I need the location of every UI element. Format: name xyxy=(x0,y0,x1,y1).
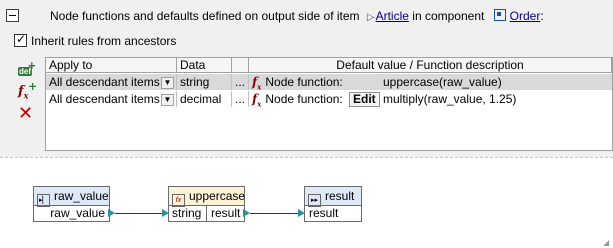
add-function-icon: fx xyxy=(18,84,29,101)
function-value: uppercase(raw_value) xyxy=(383,75,502,89)
connection-line[interactable] xyxy=(250,213,300,214)
input-node-label: raw_value xyxy=(54,189,109,203)
output-node[interactable]: ▸▸ result result xyxy=(304,186,362,222)
col-header-blank xyxy=(232,58,249,73)
function-node[interactable]: fx uppercase string result xyxy=(168,186,245,222)
header-text: Node functions and defaults defined on o… xyxy=(50,9,544,23)
input-node[interactable]: ▸▏ raw_value raw_value xyxy=(33,186,110,222)
node-function-label: Node function: xyxy=(265,75,343,89)
col-header-data-type[interactable]: Data type xyxy=(177,58,232,87)
apply-to-select[interactable]: All descendant items ▼ xyxy=(46,74,177,90)
delete-button[interactable]: ✕ xyxy=(18,104,36,122)
connector-pin-in[interactable] xyxy=(162,209,169,217)
component-link[interactable]: Order xyxy=(510,9,541,23)
checkbox-checked-icon[interactable] xyxy=(14,32,27,47)
connector-pin-out[interactable] xyxy=(108,209,115,217)
header-colon: : xyxy=(540,9,544,23)
plus-icon: + xyxy=(28,58,36,73)
input-parameter-icon: ▸▏ xyxy=(37,194,50,207)
chevron-down-icon[interactable]: ▼ xyxy=(161,77,174,89)
inherit-rules-label: Inherit rules from ancestors xyxy=(31,34,177,48)
resize-grip-icon[interactable]: ◢ xyxy=(603,238,611,247)
output-node-label: result xyxy=(325,189,355,203)
col-header-apply-to[interactable]: Apply to xyxy=(46,58,177,73)
function-icon: fx xyxy=(252,75,262,90)
node-function-label: Node function: xyxy=(265,92,343,106)
connector-pin-out[interactable] xyxy=(243,209,250,217)
item-link[interactable]: Article xyxy=(376,9,409,23)
rules-grid: Apply to Data type Default value / Funct… xyxy=(45,57,613,151)
browse-button[interactable]: ... xyxy=(232,74,249,90)
function-icon: fx xyxy=(252,92,262,107)
input-node-port: raw_value xyxy=(50,206,105,220)
function-description-cell[interactable]: fx Node function: Edit multiply(raw_value… xyxy=(249,91,612,107)
function-description-cell[interactable]: fx Node function: uppercase(raw_value) xyxy=(249,74,612,90)
header-bar: Node functions and defaults defined on o… xyxy=(0,0,613,30)
chevron-down-icon[interactable]: ▼ xyxy=(161,94,174,106)
col-header-default-value[interactable]: Default value / Function description xyxy=(249,58,612,73)
component-icon xyxy=(493,9,506,21)
output-node-port: result xyxy=(309,206,339,220)
apply-to-value: All descendant items xyxy=(49,92,160,106)
inherit-rules-checkbox[interactable]: Inherit rules from ancestors xyxy=(14,32,177,48)
input-node-title: ▸▏ raw_value xyxy=(34,187,109,207)
data-type-cell: string xyxy=(177,74,232,90)
apply-to-select[interactable]: All descendant items ▼ xyxy=(46,91,177,107)
header-description: Node functions and defaults defined on o… xyxy=(50,9,360,23)
apply-to-value: All descendant items xyxy=(49,75,160,89)
function-out-port: result xyxy=(211,206,241,220)
function-node-label: uppercase xyxy=(189,189,246,203)
output-node-title: ▸▸ result xyxy=(305,187,361,207)
browse-button[interactable]: ... xyxy=(232,91,249,107)
add-function-button[interactable]: fx + xyxy=(18,80,37,102)
function-in-port: string xyxy=(172,206,202,220)
edit-button[interactable]: Edit xyxy=(349,92,380,107)
connection-line[interactable] xyxy=(115,213,165,214)
function-node-title: fx uppercase xyxy=(169,187,246,207)
plus-icon: + xyxy=(28,80,38,93)
function-value: multiply(raw_value, 1.25) xyxy=(383,92,517,106)
element-triangle-icon: ▷ xyxy=(366,12,375,23)
header-mid-text: in component xyxy=(412,9,485,23)
delete-icon: ✕ xyxy=(18,103,34,123)
connector-pin-in[interactable] xyxy=(298,209,305,217)
add-default-button[interactable]: def + xyxy=(18,58,36,80)
table-row[interactable]: All descendant items ▼ string ... fx Node… xyxy=(46,74,612,90)
port-divider xyxy=(206,206,207,221)
collapse-icon[interactable] xyxy=(6,9,19,22)
table-row[interactable]: All descendant items ▼ decimal ... fx Nod… xyxy=(46,91,612,107)
data-type-cell: decimal xyxy=(177,91,232,107)
